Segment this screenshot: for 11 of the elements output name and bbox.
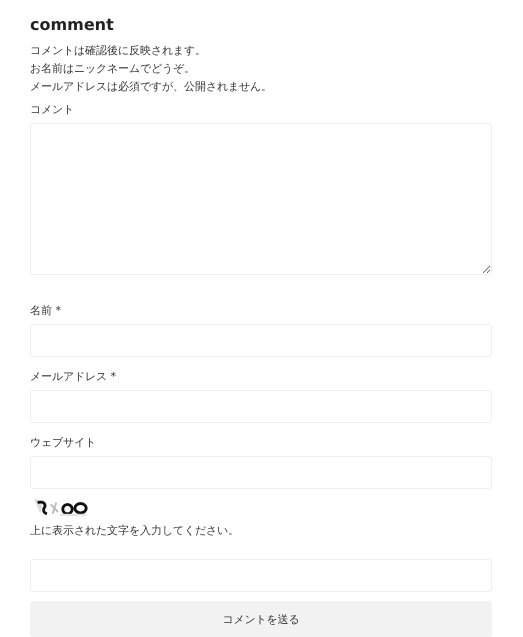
info-note: メールアドレスは必須ですが、公開されません。	[30, 79, 273, 95]
info-note: コメントは確認後に反映されます。	[30, 43, 207, 59]
field-label: コメント	[30, 102, 75, 118]
info-note: お名前はニックネームでどうぞ。	[30, 61, 196, 77]
captcha-instruction: 上に表示された文字を入力してください。	[30, 523, 240, 540]
section-title: comment	[30, 14, 115, 36]
comment-textarea[interactable]	[30, 123, 492, 275]
field-label: 名前 *	[30, 302, 62, 319]
field-label: ウェブサイト	[30, 434, 97, 451]
submit-button[interactable]: コメントを送る	[30, 601, 492, 637]
field-label: メールアドレス *	[30, 368, 117, 385]
